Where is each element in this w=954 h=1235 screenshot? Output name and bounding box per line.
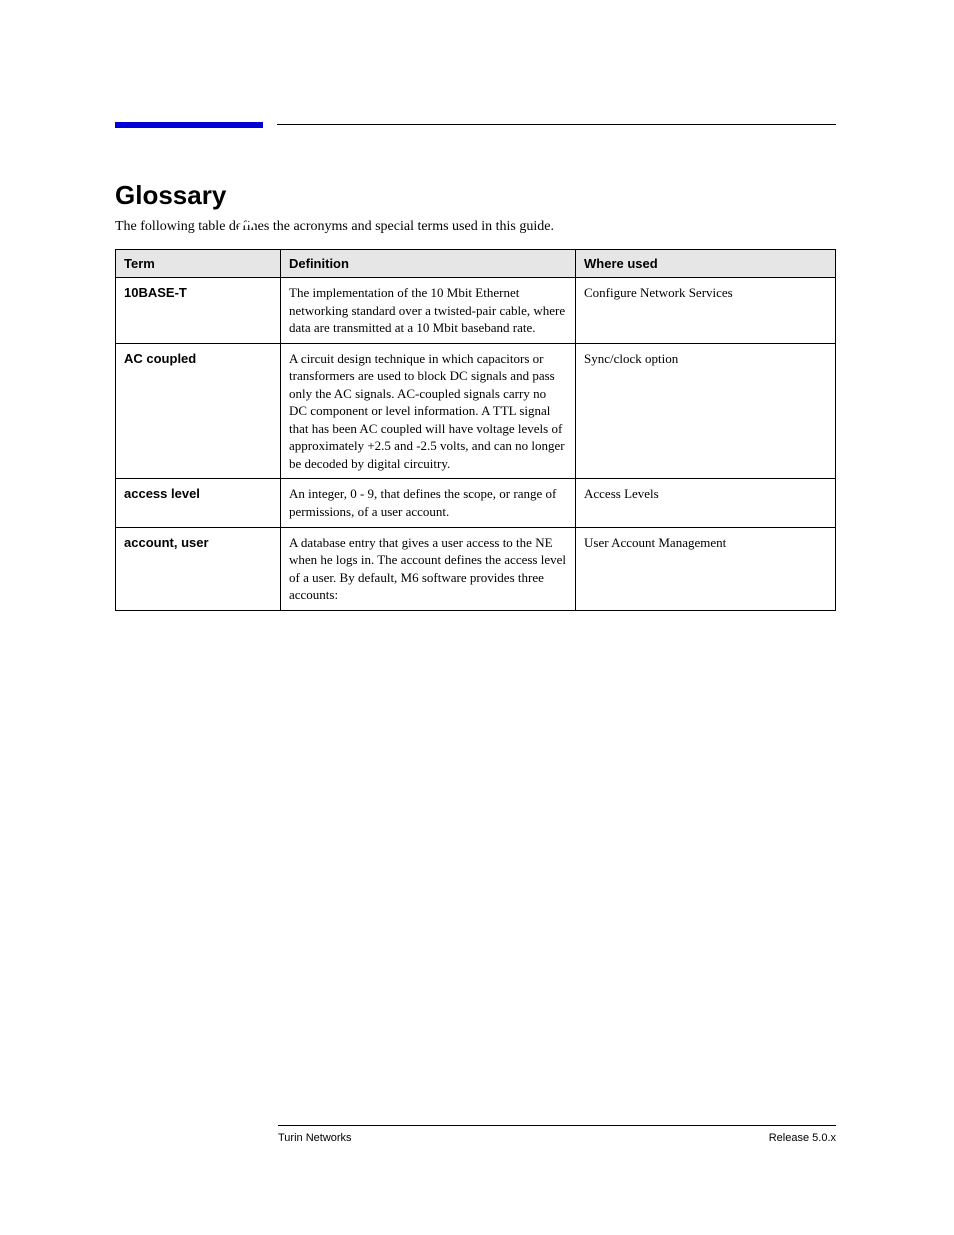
table-row: account, user A database entry that give… [116,527,836,610]
page-footer: Turin Networks Release 5.0.x [278,1125,836,1144]
cell-term: account, user [116,527,281,610]
footer-right: Release 5.0.x [769,1132,836,1144]
cell-where-used: Sync/clock option [576,343,836,479]
footer-rule [278,1125,836,1126]
th-definition: Definition [281,250,576,278]
table-row: access level An integer, 0 - 9, that def… [116,479,836,527]
cell-definition: An integer, 0 - 9, that defines the scop… [281,479,576,527]
cell-where-used: Configure Network Services [576,278,836,344]
cell-definition: A database entry that gives a user acces… [281,527,576,610]
section-title: Glossary [115,180,836,211]
header-rule [115,110,836,140]
cell-term: 10BASE-T [116,278,281,344]
glossary-section: Glossary The following table defines the… [115,180,836,611]
th-where-used: Where used [576,250,836,278]
cell-term: AC coupled [116,343,281,479]
header-blue-rule [115,122,263,128]
header-gray-rule [277,124,836,125]
glossary-table: Term Definition Where used 10BASE-T The … [115,249,836,611]
cell-where-used: User Account Management [576,527,836,610]
cell-definition: The implementation of the 10 Mbit Ethern… [281,278,576,344]
header-letter: G [233,216,261,247]
table-row: 10BASE-T The implementation of the 10 Mb… [116,278,836,344]
section-description: The following table defines the acronyms… [115,219,836,235]
table-header-row: Term Definition Where used [116,250,836,278]
cell-where-used: Access Levels [576,479,836,527]
table-row: AC coupled A circuit design technique in… [116,343,836,479]
page-content: G Glossary The following table defines t… [115,110,836,611]
th-term: Term [116,250,281,278]
cell-term: access level [116,479,281,527]
footer-text: Turin Networks Release 5.0.x [278,1132,836,1144]
cell-definition: A circuit design technique in which capa… [281,343,576,479]
footer-left: Turin Networks [278,1132,352,1144]
